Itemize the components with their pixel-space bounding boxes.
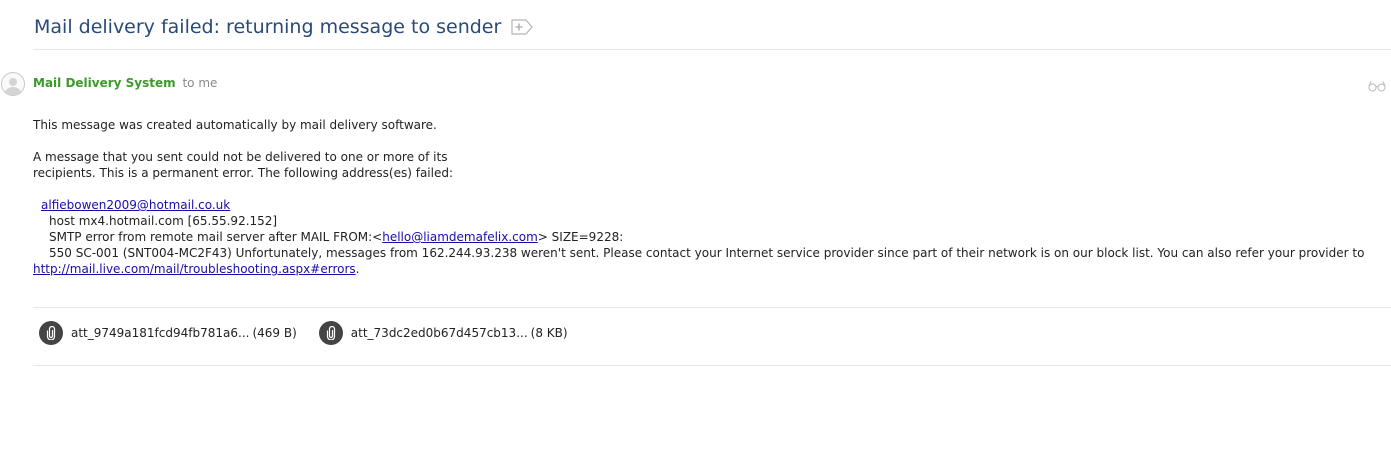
attachments-list: att_9749a181fcd94fb781a6... (469 B) att_…: [39, 321, 590, 345]
failed-address-row: alfiebowen2009@hotmail.co.uk: [33, 197, 1364, 213]
message-body: This message was created automatically b…: [33, 117, 1364, 277]
recipient-label: to me: [182, 76, 218, 90]
smtp-suffix: > SIZE=9228:: [537, 230, 624, 244]
error-detail-line: 550 SC-001 (SNT004-MC2F43) Unfortunately…: [49, 246, 1365, 260]
help-link-suffix: .: [355, 262, 360, 276]
attachment-size: (8 KB): [530, 326, 568, 340]
failed-address-link[interactable]: alfiebowen2009@hotmail.co.uk: [41, 198, 230, 212]
header-divider: [33, 49, 1391, 50]
attachment-item[interactable]: att_9749a181fcd94fb781a6... (469 B): [39, 321, 297, 345]
help-link-row: http://mail.live.com/mail/troubleshootin…: [33, 261, 1364, 277]
attachment-name: att_73dc2ed0b67d457cb13...: [350, 326, 528, 340]
smtp-error-line: SMTP error from remote mail server after…: [33, 229, 1364, 245]
attachments-bottom-divider: [33, 365, 1391, 366]
attachments-top-divider: [33, 307, 1391, 308]
body-line: recipients. This is a permanent error. T…: [33, 166, 454, 180]
host-line: host mx4.hotmail.com [65.55.92.152]: [49, 214, 278, 228]
add-label-icon[interactable]: [511, 19, 534, 35]
paperclip-icon: [318, 321, 343, 345]
subject-row: Mail delivery failed: returning message …: [34, 13, 534, 41]
paperclip-icon: [39, 321, 63, 345]
email-subject: Mail delivery failed: returning message …: [34, 16, 502, 38]
sender-avatar: [1, 72, 25, 96]
reading-glasses-icon[interactable]: [1368, 77, 1386, 92]
body-line: This message was created automatically b…: [33, 118, 437, 132]
attachment-item[interactable]: att_73dc2ed0b67d457cb13... (8 KB): [318, 321, 568, 345]
body-line: A message that you sent could not be del…: [33, 150, 448, 164]
attachment-size: (469 B): [252, 326, 297, 340]
troubleshooting-link[interactable]: http://mail.live.com/mail/troubleshootin…: [33, 262, 356, 276]
attachment-name: att_9749a181fcd94fb781a6...: [71, 326, 250, 340]
smtp-prefix: SMTP error from remote mail server after…: [49, 230, 383, 244]
sender-row: Mail Delivery System to me: [33, 76, 217, 90]
sender-name[interactable]: Mail Delivery System: [33, 76, 176, 90]
from-address-link[interactable]: hello@liamdemafelix.com: [382, 230, 538, 244]
